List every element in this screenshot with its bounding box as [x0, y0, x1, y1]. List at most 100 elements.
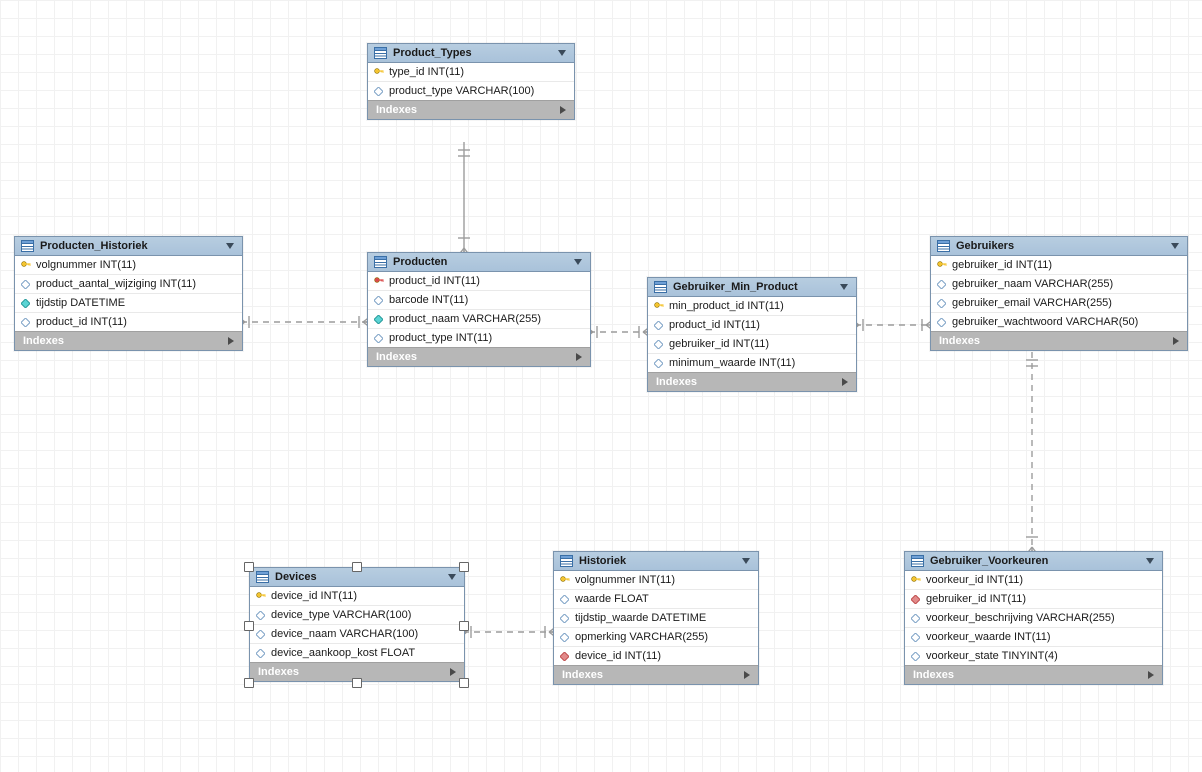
chevron-down-icon[interactable] — [840, 284, 848, 290]
column-row[interactable]: volgnummer INT(11) — [15, 256, 242, 275]
entity-header[interactable]: Producten — [368, 253, 590, 272]
column-row[interactable]: gebruiker_id INT(11) — [648, 335, 856, 354]
chevron-down-icon[interactable] — [226, 243, 234, 249]
entity-gebruiker_min_product[interactable]: Gebruiker_Min_Product min_product_id INT(… — [647, 277, 857, 392]
column-row[interactable]: type_id INT(11) — [368, 63, 574, 82]
column-type-icon — [937, 280, 946, 289]
indexes-section[interactable]: Indexes — [905, 665, 1162, 684]
entity-producten[interactable]: Producten product_id INT(11) barcode INT(1… — [367, 252, 591, 367]
table-icon — [937, 240, 950, 252]
chevron-down-icon[interactable] — [1146, 558, 1154, 564]
chevron-right-icon — [842, 378, 848, 386]
column-row[interactable]: product_id INT(11) — [648, 316, 856, 335]
table-icon — [911, 555, 924, 567]
column-type-icon — [654, 359, 663, 368]
table-icon — [256, 571, 269, 583]
column-type-icon — [21, 318, 30, 327]
indexes-section[interactable]: Indexes — [648, 372, 856, 391]
column-row[interactable]: product_type VARCHAR(100) — [368, 82, 574, 100]
column-type-icon — [654, 302, 663, 311]
column-row[interactable]: product_aantal_wijziging INT(11) — [15, 275, 242, 294]
column-row[interactable]: minimum_waarde INT(11) — [648, 354, 856, 372]
entity-header[interactable]: Gebruiker_Min_Product — [648, 278, 856, 297]
column-label: product_id INT(11) — [389, 275, 480, 287]
column-label: barcode INT(11) — [389, 294, 468, 306]
column-label: device_type VARCHAR(100) — [271, 609, 411, 621]
column-row[interactable]: device_id INT(11) — [554, 647, 758, 665]
column-row[interactable]: device_aankoop_kost FLOAT — [250, 644, 464, 662]
column-label: product_type VARCHAR(100) — [389, 85, 534, 97]
chevron-down-icon[interactable] — [1171, 243, 1179, 249]
column-row[interactable]: gebruiker_id INT(11) — [931, 256, 1187, 275]
indexes-section[interactable]: Indexes — [368, 347, 590, 366]
column-type-icon — [560, 633, 569, 642]
column-row[interactable]: device_type VARCHAR(100) — [250, 606, 464, 625]
column-label: device_aankoop_kost FLOAT — [271, 647, 415, 659]
column-type-icon — [937, 261, 946, 270]
chevron-down-icon[interactable] — [558, 50, 566, 56]
column-row[interactable]: voorkeur_beschrijving VARCHAR(255) — [905, 609, 1162, 628]
indexes-section[interactable]: Indexes — [931, 331, 1187, 350]
column-type-icon — [374, 315, 383, 324]
entity-header[interactable]: Devices — [250, 568, 464, 587]
column-row[interactable]: barcode INT(11) — [368, 291, 590, 310]
indexes-section[interactable]: Indexes — [554, 665, 758, 684]
entity-historiek[interactable]: Historiek volgnummer INT(11) waarde FLOAT t… — [553, 551, 759, 685]
chevron-right-icon — [576, 353, 582, 361]
column-row[interactable]: gebruiker_email VARCHAR(255) — [931, 294, 1187, 313]
column-type-icon — [654, 340, 663, 349]
chevron-down-icon[interactable] — [574, 259, 582, 265]
entity-header[interactable]: Historiek — [554, 552, 758, 571]
chevron-down-icon[interactable] — [742, 558, 750, 564]
indexes-section[interactable]: Indexes — [368, 100, 574, 119]
column-type-icon — [937, 318, 946, 327]
column-row[interactable]: device_id INT(11) — [250, 587, 464, 606]
column-label: gebruiker_id INT(11) — [669, 338, 769, 350]
entity-devices[interactable]: Devices device_id INT(11) device_type VARC… — [249, 567, 465, 682]
entity-product_types[interactable]: Product_Typestype_id INT(11) product_type… — [367, 43, 575, 120]
entity-gebruiker_voorkeuren[interactable]: Gebruiker_Voorkeurenvoorkeur_id INT(11)g… — [904, 551, 1163, 685]
column-row[interactable]: product_type INT(11) — [368, 329, 590, 347]
column-label: product_id INT(11) — [36, 316, 127, 328]
indexes-section[interactable]: Indexes — [250, 662, 464, 681]
indexes-section[interactable]: Indexes — [15, 331, 242, 350]
column-row[interactable]: voorkeur_state TINYINT(4) — [905, 647, 1162, 665]
column-row[interactable]: volgnummer INT(11) — [554, 571, 758, 590]
column-row[interactable]: opmerking VARCHAR(255) — [554, 628, 758, 647]
column-type-icon — [374, 334, 383, 343]
column-label: volgnummer INT(11) — [575, 574, 675, 586]
column-type-icon — [911, 633, 920, 642]
column-label: voorkeur_beschrijving VARCHAR(255) — [926, 612, 1115, 624]
entity-header[interactable]: Product_Types — [368, 44, 574, 63]
column-label: product_aantal_wijziging INT(11) — [36, 278, 196, 290]
column-row[interactable]: gebruiker_naam VARCHAR(255) — [931, 275, 1187, 294]
entity-title: Gebruiker_Min_Product — [673, 281, 834, 293]
column-row[interactable]: product_naam VARCHAR(255) — [368, 310, 590, 329]
column-row[interactable]: product_id INT(11) — [368, 272, 590, 291]
entity-header[interactable]: Gebruiker_Voorkeuren — [905, 552, 1162, 571]
column-row[interactable]: device_naam VARCHAR(100) — [250, 625, 464, 644]
column-type-icon — [21, 280, 30, 289]
column-type-icon — [911, 576, 920, 585]
entity-header[interactable]: Producten_Historiek — [15, 237, 242, 256]
column-row[interactable]: waarde FLOAT — [554, 590, 758, 609]
column-type-icon — [256, 649, 265, 658]
column-row[interactable]: tijdstip_waarde DATETIME — [554, 609, 758, 628]
column-row[interactable]: gebruiker_id INT(11) — [905, 590, 1162, 609]
column-row[interactable]: min_product_id INT(11) — [648, 297, 856, 316]
column-row[interactable]: tijdstip DATETIME — [15, 294, 242, 313]
column-label: waarde FLOAT — [575, 593, 649, 605]
column-label: product_type INT(11) — [389, 332, 492, 344]
entity-header[interactable]: Gebruikers — [931, 237, 1187, 256]
entity-title: Devices — [275, 571, 442, 583]
chevron-down-icon[interactable] — [448, 574, 456, 580]
column-row[interactable]: gebruiker_wachtwoord VARCHAR(50) — [931, 313, 1187, 331]
column-type-icon — [560, 595, 569, 604]
column-row[interactable]: voorkeur_waarde INT(11) — [905, 628, 1162, 647]
column-row[interactable]: product_id INT(11) — [15, 313, 242, 331]
entity-producten_historiek[interactable]: Producten_Historiekvolgnummer INT(11) pro… — [14, 236, 243, 351]
column-label: min_product_id INT(11) — [669, 300, 784, 312]
entity-gebruikers[interactable]: Gebruikersgebruiker_id INT(11)gebruiker_… — [930, 236, 1188, 351]
column-type-icon — [256, 592, 265, 601]
column-row[interactable]: voorkeur_id INT(11) — [905, 571, 1162, 590]
